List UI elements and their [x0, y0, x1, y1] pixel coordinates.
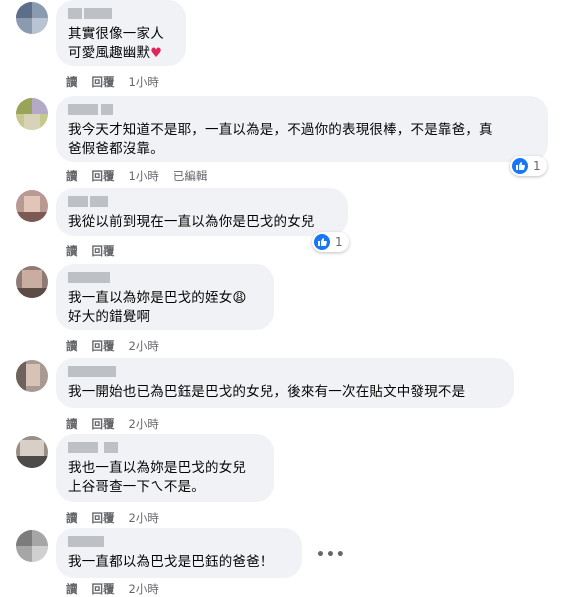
more-options-icon[interactable]: •••: [316, 547, 346, 563]
comment-text: 我今天才知道不是耶，一直以為是，不過你的表現很棒，不是靠爸，真 爸假爸都沒靠。: [68, 122, 493, 157]
reaction-count[interactable]: 1: [312, 232, 349, 252]
blurred-author-name[interactable]: [68, 104, 536, 116]
reply-link[interactable]: 回覆: [92, 416, 115, 432]
read-link[interactable]: 讀: [66, 510, 78, 526]
avatar[interactable]: [16, 530, 48, 562]
blurred-author-name[interactable]: [68, 196, 336, 208]
avatar[interactable]: [16, 436, 48, 468]
reaction-number: 1: [335, 235, 343, 249]
avatar[interactable]: [16, 266, 48, 298]
comment-text: 我一開始也已為巴鈺是巴戈的女兒，後來有一次在貼文中發現不是: [68, 384, 466, 400]
like-icon: [314, 234, 330, 250]
comment-bubble: 我一直以為妳是巴戈的姪女😩 好大的錯覺啊: [56, 264, 274, 330]
timestamp[interactable]: 1小時: [129, 168, 159, 184]
comment-bubble: 我也一直以為妳是巴戈的女兒 上谷哥查一下ㄟ不是。: [56, 434, 274, 502]
avatar[interactable]: [16, 360, 48, 392]
comment-bubble: 我今天才知道不是耶，一直以為是，不過你的表現很棒，不是靠爸，真 爸假爸都沒靠。: [56, 96, 548, 162]
read-link[interactable]: 讀: [66, 338, 78, 354]
like-icon: [512, 158, 528, 174]
avatar[interactable]: [16, 2, 48, 34]
edited-label[interactable]: 已編輯: [173, 168, 208, 184]
comment-bubble: 我一開始也已為巴鈺是巴戈的女兒，後來有一次在貼文中發現不是: [56, 358, 514, 408]
timestamp[interactable]: 2小時: [129, 338, 159, 354]
read-link[interactable]: 讀: [66, 243, 78, 259]
avatar[interactable]: [16, 98, 48, 130]
reaction-count[interactable]: 1: [510, 156, 547, 176]
reaction-number: 1: [533, 159, 541, 173]
reply-link[interactable]: 回覆: [92, 338, 115, 354]
comment-text: 我一直都以為巴戈是巴鈺的爸爸！: [68, 554, 274, 570]
timestamp[interactable]: 2小時: [129, 510, 159, 526]
blurred-author-name[interactable]: [68, 442, 262, 454]
reply-link[interactable]: 回覆: [92, 510, 115, 526]
reply-link[interactable]: 回覆: [92, 168, 115, 184]
blurred-author-name[interactable]: [68, 272, 262, 284]
avatar[interactable]: [16, 190, 48, 222]
reply-link[interactable]: 回覆: [92, 581, 115, 597]
blurred-author-name[interactable]: [68, 366, 502, 378]
blurred-author-name[interactable]: [68, 536, 290, 548]
read-link[interactable]: 讀: [66, 168, 78, 184]
comment-bubble: 我一直都以為巴戈是巴鈺的爸爸！: [56, 528, 302, 578]
read-link[interactable]: 讀: [66, 581, 78, 597]
comment-text: 我一直以為妳是巴戈的姪女😩 好大的錯覺啊: [68, 290, 247, 325]
reply-link[interactable]: 回覆: [92, 74, 115, 90]
timestamp[interactable]: 1小時: [129, 74, 159, 90]
read-link[interactable]: 讀: [66, 74, 78, 90]
timestamp[interactable]: 2小時: [129, 416, 159, 432]
comment-bubble: 我從以前到現在一直以為你是巴戈的女兒: [56, 188, 348, 236]
heart-emoji-icon: ♥: [150, 46, 163, 61]
reply-link[interactable]: 回覆: [92, 243, 115, 259]
blurred-author-name[interactable]: [68, 8, 174, 20]
comment-text: 我從以前到現在一直以為你是巴戈的女兒: [68, 214, 315, 230]
comment-bubble: 其實很像一家人 可愛風趣幽默♥: [56, 0, 186, 66]
read-link[interactable]: 讀: [66, 416, 78, 432]
comment-text: 我也一直以為妳是巴戈的女兒 上谷哥查一下ㄟ不是。: [68, 460, 247, 495]
timestamp[interactable]: 2小時: [129, 581, 159, 597]
